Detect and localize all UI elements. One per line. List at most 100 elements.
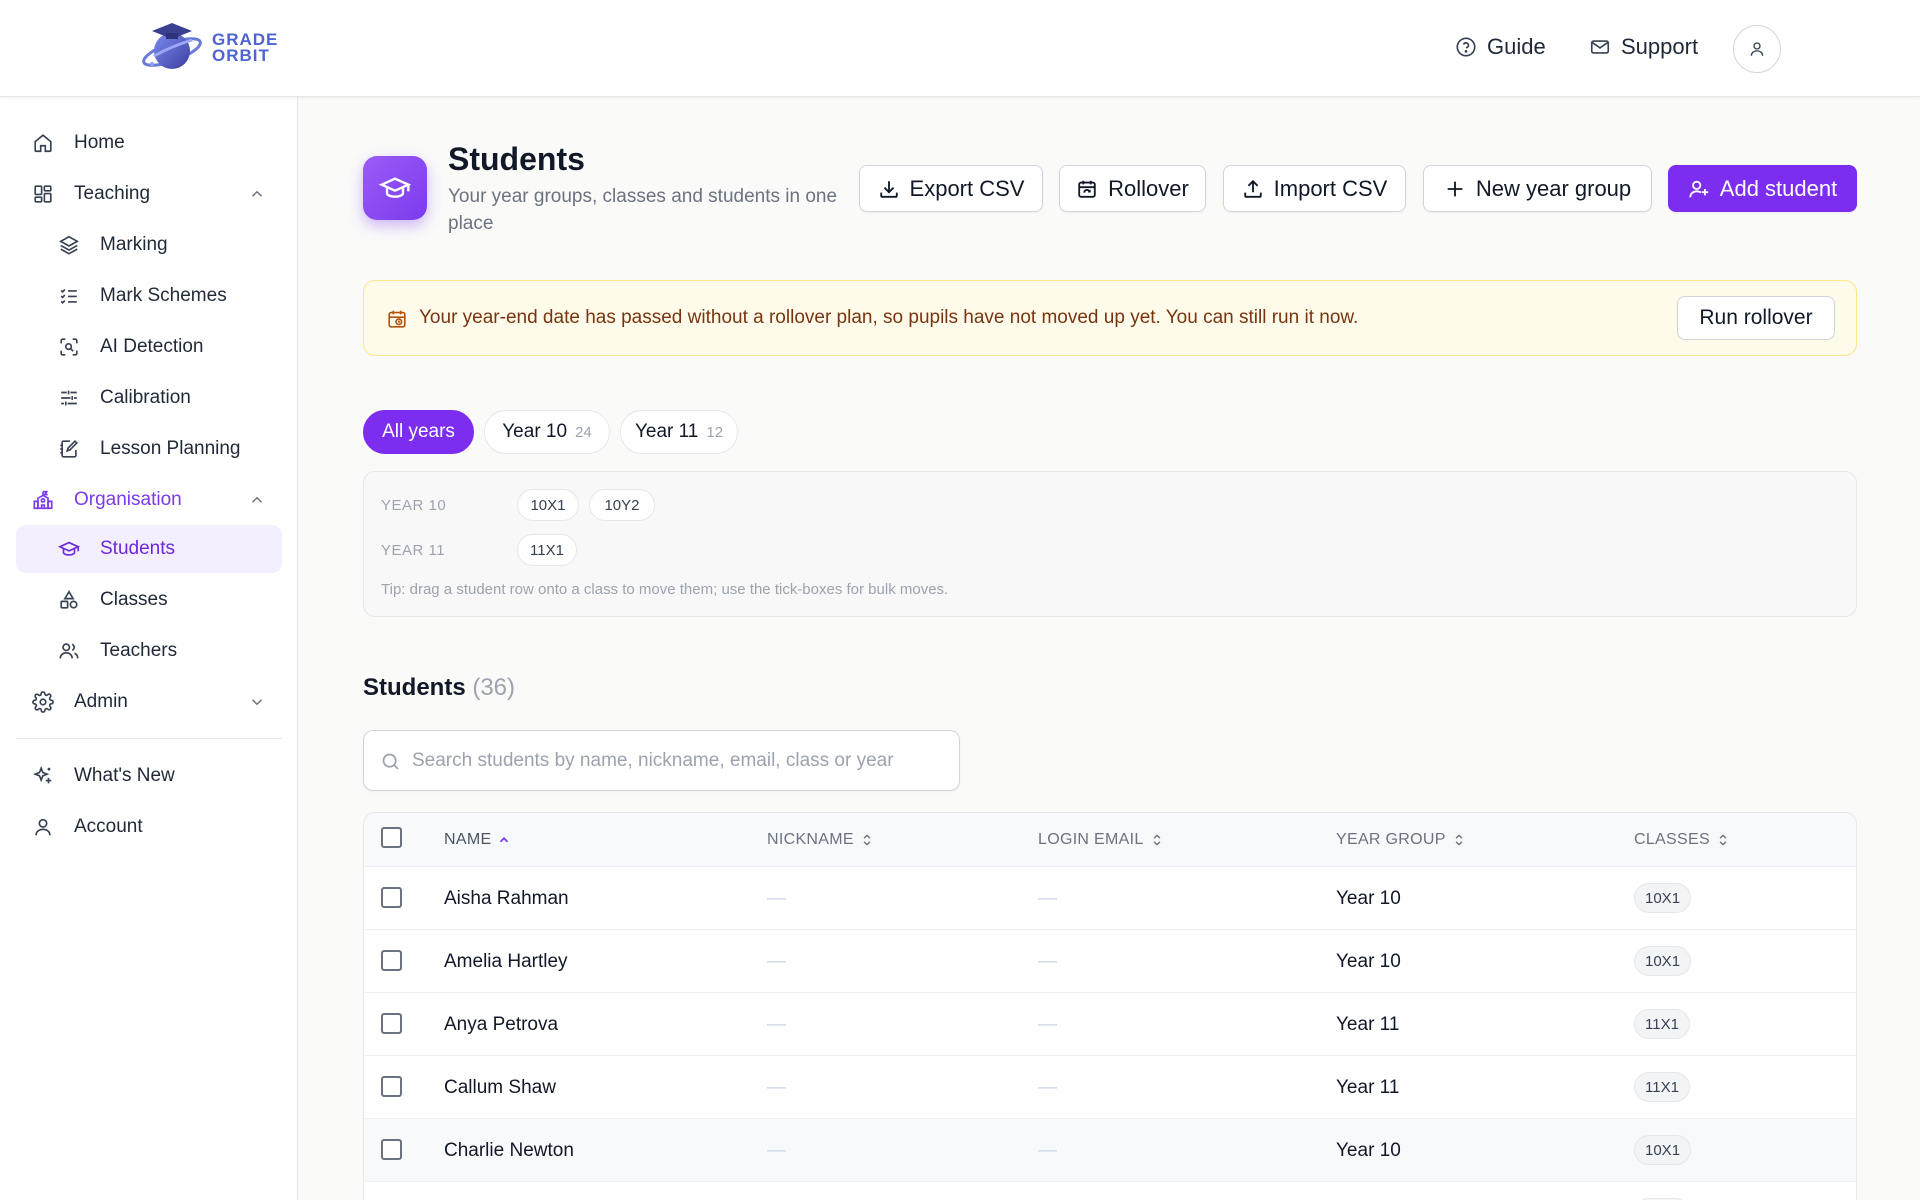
brand-line-2: ORBIT	[212, 46, 270, 65]
student-year-group: Year 10	[1336, 888, 1401, 909]
student-name[interactable]: Charlie Newton	[444, 1140, 574, 1162]
rollover-button[interactable]: Rollover	[1059, 165, 1206, 212]
brand-wordmark: GRADE ORBIT	[212, 31, 278, 65]
add-student-button[interactable]: Add student	[1668, 165, 1857, 212]
sidebar-item-account[interactable]: Account	[16, 803, 282, 851]
sidebar-item-ai-detection[interactable]: AI Detection	[16, 323, 282, 371]
filter-year-10[interactable]: Year 10 24	[484, 410, 610, 454]
sidebar-item-organisation[interactable]: Organisation	[16, 476, 282, 524]
import-csv-label: Import CSV	[1273, 175, 1388, 201]
home-icon	[32, 132, 54, 154]
column-header-name[interactable]: NAME	[444, 831, 511, 849]
users-icon	[58, 640, 80, 662]
student-class-chip: 11X1	[1634, 1009, 1690, 1039]
run-rollover-button[interactable]: Run rollover	[1677, 296, 1835, 340]
select-all-checkbox[interactable]	[381, 827, 402, 848]
rollover-warning-banner: Your year-end date has passed without a …	[363, 280, 1857, 356]
student-name[interactable]: Anya Petrova	[444, 1014, 558, 1036]
sidebar-item-admin[interactable]: Admin	[16, 678, 282, 726]
class-chip[interactable]: 10X1	[517, 489, 579, 521]
export-csv-label: Export CSV	[909, 175, 1025, 201]
calendar-clock-icon	[388, 310, 406, 328]
table-row[interactable]: Amelia Hartley — — Year 10 10X1	[364, 930, 1856, 993]
row-checkbox[interactable]	[381, 1076, 402, 1097]
column-header-nickname[interactable]: NICKNAME	[767, 831, 874, 849]
row-checkbox[interactable]	[381, 1013, 402, 1034]
filter-label: All years	[382, 421, 455, 442]
grade-orbit-logo[interactable]: GRADE ORBIT	[140, 20, 278, 76]
student-year-group: Year 11	[1336, 1077, 1400, 1098]
sidebar-item-label: Marking	[100, 234, 168, 255]
sidebar-item-marking[interactable]: Marking	[16, 221, 282, 269]
new-year-group-button[interactable]: New year group	[1423, 165, 1652, 212]
guide-link[interactable]: Guide	[1455, 34, 1546, 60]
mail-icon	[1590, 40, 1610, 54]
sidebar-item-teachers[interactable]: Teachers	[16, 627, 282, 675]
table-row[interactable]: Charlie Newton — — Year 10 10X1	[364, 1119, 1856, 1182]
student-name[interactable]: Callum Shaw	[444, 1077, 556, 1099]
school-icon	[32, 489, 54, 511]
user-icon	[32, 816, 54, 838]
table-row[interactable]	[364, 1182, 1856, 1200]
sidebar-item-mark-schemes[interactable]: Mark Schemes	[16, 272, 282, 320]
sidebar-item-label: Home	[74, 132, 125, 153]
alert-message: Your year-end date has passed without a …	[419, 307, 1359, 328]
top-bar: GRADE ORBIT Guide Support	[0, 0, 1920, 97]
scan-search-icon	[58, 336, 80, 358]
sidebar-item-label: Classes	[100, 589, 168, 610]
student-nickname: —	[767, 1077, 786, 1098]
class-chip[interactable]: 10Y2	[589, 489, 655, 521]
sidebar-item-calibration[interactable]: Calibration	[16, 374, 282, 422]
sidebar-item-teaching[interactable]: Teaching	[16, 170, 282, 218]
row-checkbox[interactable]	[381, 887, 402, 908]
gear-icon	[32, 691, 54, 713]
help-circle-icon	[1456, 37, 1476, 57]
sidebar-item-label: Calibration	[100, 387, 191, 408]
column-header-year-group[interactable]: YEAR GROUP	[1336, 831, 1466, 849]
column-header-label: YEAR GROUP	[1336, 831, 1446, 848]
column-header-label: NICKNAME	[767, 831, 854, 848]
student-name[interactable]: Amelia Hartley	[444, 951, 568, 973]
table-row[interactable]: Callum Shaw — — Year 11 11X1	[364, 1056, 1856, 1119]
sidebar-item-classes[interactable]: Classes	[16, 576, 282, 624]
import-csv-button[interactable]: Import CSV	[1223, 165, 1406, 212]
column-header-login-email[interactable]: LOGIN EMAIL	[1038, 831, 1164, 849]
page-title: Students	[448, 141, 585, 177]
graduation-cap-icon	[379, 177, 411, 198]
sort-ascending-icon	[500, 837, 509, 843]
sidebar-item-lesson-planning[interactable]: Lesson Planning	[16, 425, 282, 473]
account-avatar-button[interactable]	[1733, 25, 1781, 73]
chevron-up-icon	[251, 190, 263, 197]
filter-year-11[interactable]: Year 11 12	[620, 410, 738, 454]
student-login-email: —	[1038, 1077, 1057, 1098]
table-row[interactable]: Anya Petrova — — Year 11 11X1	[364, 993, 1856, 1056]
sidebar-divider	[16, 738, 282, 739]
student-year-group: Year 10	[1336, 1140, 1401, 1161]
student-name[interactable]: Aisha Rahman	[444, 888, 569, 910]
sort-icon	[1719, 834, 1727, 846]
filter-all-years[interactable]: All years	[363, 410, 474, 454]
sidebar-item-label: Organisation	[74, 489, 182, 510]
row-checkbox[interactable]	[381, 950, 402, 971]
table-row[interactable]: Aisha Rahman — — Year 10 10X1	[364, 867, 1856, 930]
new-year-group-label: New year group	[1475, 175, 1632, 201]
export-csv-button[interactable]: Export CSV	[859, 165, 1043, 212]
class-chip[interactable]: 11X1	[517, 534, 577, 566]
sidebar-item-home[interactable]: Home	[16, 119, 282, 167]
sidebar-item-students[interactable]: Students	[16, 525, 282, 573]
rollover-label: Rollover	[1108, 175, 1189, 201]
sparkles-icon	[32, 765, 54, 787]
search-input[interactable]	[412, 741, 942, 781]
sidebar: Home Teaching Marking Mark Schemes AI De…	[0, 97, 298, 1200]
year-group-label: YEAR 10	[381, 497, 447, 514]
column-header-classes[interactable]: CLASSES	[1634, 831, 1730, 849]
filter-label: Year 10	[502, 421, 568, 442]
student-nickname: —	[767, 888, 786, 909]
sidebar-item-whats-new[interactable]: What's New	[16, 752, 282, 800]
support-link[interactable]: Support	[1589, 34, 1698, 60]
student-nickname: —	[767, 1140, 786, 1161]
year-group-label: YEAR 11	[381, 542, 446, 559]
sidebar-item-label: Mark Schemes	[100, 285, 227, 306]
row-checkbox[interactable]	[381, 1139, 402, 1160]
column-header-label: NAME	[444, 831, 492, 848]
